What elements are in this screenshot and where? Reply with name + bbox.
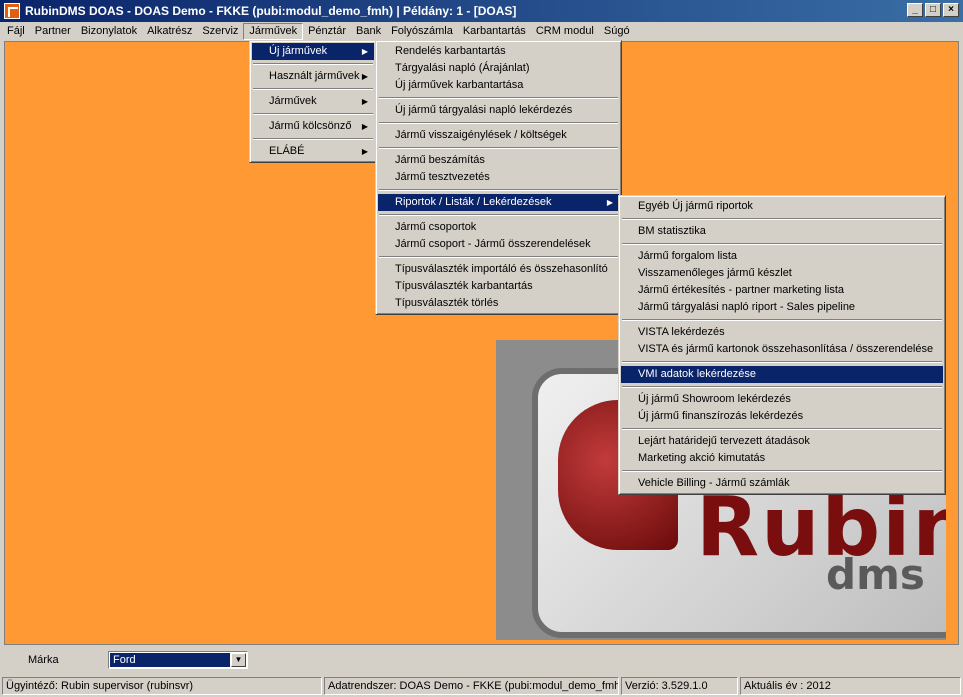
marka-select[interactable]: Ford ▼ xyxy=(108,651,248,669)
close-button[interactable]: × xyxy=(943,3,959,17)
menu-item-vehicle-billing[interactable]: Vehicle Billing - Jármű számlák xyxy=(621,475,943,492)
menu-partner[interactable]: Partner xyxy=(30,23,76,40)
menu-jarmuvek[interactable]: Járművek xyxy=(243,23,304,40)
menu-item-targyalasi-naplo-lekerdezes[interactable]: Új jármű tárgyalási napló lekérdezés xyxy=(378,102,619,119)
menu-item-tipusvalasztek-importalo[interactable]: Típusválaszték importáló és összehasonlí… xyxy=(378,261,619,278)
menu-item-elabe[interactable]: ELÁBÉ xyxy=(252,143,374,160)
menu-separator xyxy=(379,214,618,216)
menu-separator xyxy=(379,122,618,124)
menu-item-lejart-atadasok[interactable]: Lejárt határidejű tervezett átadások xyxy=(621,433,943,450)
menu-item-jarmu-forgalom-lista[interactable]: Jármű forgalom lista xyxy=(621,248,943,265)
menu-separator xyxy=(253,113,373,115)
marka-bar: Márka Ford ▼ xyxy=(4,648,959,673)
menu-separator xyxy=(622,428,942,430)
menu-bizonylatok[interactable]: Bizonylatok xyxy=(76,23,142,40)
menu-item-tipusvalasztek-torles[interactable]: Típusválaszték törlés xyxy=(378,295,619,312)
menu-item-hasznalt-jarmuvek[interactable]: Használt járművek xyxy=(252,68,374,85)
menu-item-egyeb-uj-jarmu-riportok[interactable]: Egyéb Új jármű riportok xyxy=(621,198,943,215)
menu-separator xyxy=(379,147,618,149)
menu-item-jarmu-visszaigenylesek[interactable]: Jármű visszaigénylések / költségek xyxy=(378,127,619,144)
chevron-down-icon[interactable]: ▼ xyxy=(231,653,246,667)
menu-sugo[interactable]: Súgó xyxy=(599,23,635,40)
status-bar: Ügyintéző: Rubin supervisor (rubinsvr) A… xyxy=(0,675,963,697)
menu-item-uj-jarmuvek-karbantartasa[interactable]: Új járművek karbantartása xyxy=(378,77,619,94)
uj-jarmuvek-submenu: Rendelés karbantartás Tárgyalási napló (… xyxy=(375,40,622,315)
menu-item-jarmu-csoportok[interactable]: Jármű csoportok xyxy=(378,219,619,236)
menu-separator xyxy=(253,138,373,140)
menu-bar: Fájl Partner Bizonylatok Alkatrész Szerv… xyxy=(0,22,963,41)
menu-item-uj-jarmuvek[interactable]: Új járművek xyxy=(252,43,374,60)
menu-karbantartas[interactable]: Karbantartás xyxy=(458,23,531,40)
menu-separator xyxy=(622,386,942,388)
menu-item-jarmu-beszamitas[interactable]: Jármű beszámítás xyxy=(378,152,619,169)
menu-crm-modul[interactable]: CRM modul xyxy=(531,23,599,40)
menu-separator xyxy=(253,88,373,90)
menu-item-riportok-listak[interactable]: Riportok / Listák / Lekérdezések xyxy=(378,194,619,211)
title-bar: RubinDMS DOAS - DOAS Demo - FKKE (pubi:m… xyxy=(0,0,963,22)
menu-separator xyxy=(253,63,373,65)
menu-item-marketing-akcio[interactable]: Marketing akció kimutatás xyxy=(621,450,943,467)
menu-item-partner-marketing-lista[interactable]: Jármű értékesítés - partner marketing li… xyxy=(621,282,943,299)
menu-item-sales-pipeline[interactable]: Jármű tárgyalási napló riport - Sales pi… xyxy=(621,299,943,316)
menu-penztar[interactable]: Pénztár xyxy=(303,23,351,40)
riportok-submenu: Egyéb Új jármű riportok BM statisztika J… xyxy=(618,195,946,495)
menu-fajl[interactable]: Fájl xyxy=(2,23,30,40)
menu-item-bm-statisztika[interactable]: BM statisztika xyxy=(621,223,943,240)
menu-separator xyxy=(622,470,942,472)
menu-separator xyxy=(622,361,942,363)
status-version: Verzió: 3.529.1.0 xyxy=(621,677,738,695)
menu-separator xyxy=(379,256,618,258)
menu-item-tipusvalasztek-karbantartas[interactable]: Típusválaszték karbantartás xyxy=(378,278,619,295)
menu-item-vista-lekerdezes[interactable]: VISTA lekérdezés xyxy=(621,324,943,341)
menu-item-finanszirozas-lekerdezes[interactable]: Új jármű finanszírozás lekérdezés xyxy=(621,408,943,425)
menu-item-rendeles-karbantartas[interactable]: Rendelés karbantartás xyxy=(378,43,619,60)
marka-label: Márka xyxy=(28,654,59,666)
menu-separator xyxy=(379,189,618,191)
logo-subtext: dms xyxy=(826,550,925,599)
status-user: Ügyintéző: Rubin supervisor (rubinsvr) xyxy=(2,677,322,695)
jarmuvek-menu: Új járművek Használt járművek Járművek J… xyxy=(249,40,377,163)
menu-item-jarmuvek[interactable]: Járművek xyxy=(252,93,374,110)
menu-alkatresz[interactable]: Alkatrész xyxy=(142,23,197,40)
menu-item-jarmu-csoport-osszerendelesek[interactable]: Jármű csoport - Jármű összerendelések xyxy=(378,236,619,253)
menu-item-vista-osszehasonlitas[interactable]: VISTA és jármű kartonok összehasonlítása… xyxy=(621,341,943,358)
menu-szerviz[interactable]: Szerviz xyxy=(197,23,243,40)
menu-separator xyxy=(622,319,942,321)
status-year: Aktuális év : 2012 xyxy=(740,677,961,695)
menu-bank[interactable]: Bank xyxy=(351,23,386,40)
menu-item-showroom-lekerdezes[interactable]: Új jármű Showroom lekérdezés xyxy=(621,391,943,408)
maximize-button[interactable]: □ xyxy=(925,3,941,17)
menu-item-vmi-adatok-lekerdezese[interactable]: VMI adatok lekérdezése xyxy=(621,366,943,383)
menu-item-visszamenoleges-keszlet[interactable]: Visszamenőleges jármű készlet xyxy=(621,265,943,282)
menu-item-targyalasi-naplo[interactable]: Tárgyalási napló (Árajánlat) xyxy=(378,60,619,77)
marka-select-value: Ford xyxy=(110,653,230,667)
window-title: RubinDMS DOAS - DOAS Demo - FKKE (pubi:m… xyxy=(25,4,517,18)
menu-item-jarmu-tesztvezetes[interactable]: Jármű tesztvezetés xyxy=(378,169,619,186)
menu-folyoszamla[interactable]: Folyószámla xyxy=(386,23,458,40)
menu-separator xyxy=(622,243,942,245)
menu-separator xyxy=(379,97,618,99)
menu-separator xyxy=(622,218,942,220)
menu-item-jarmu-kolcsonzo[interactable]: Jármű kölcsönző xyxy=(252,118,374,135)
status-database: Adatrendszer: DOAS Demo - FKKE (pubi:mod… xyxy=(324,677,619,695)
minimize-button[interactable]: _ xyxy=(907,3,923,17)
app-icon xyxy=(4,3,20,19)
